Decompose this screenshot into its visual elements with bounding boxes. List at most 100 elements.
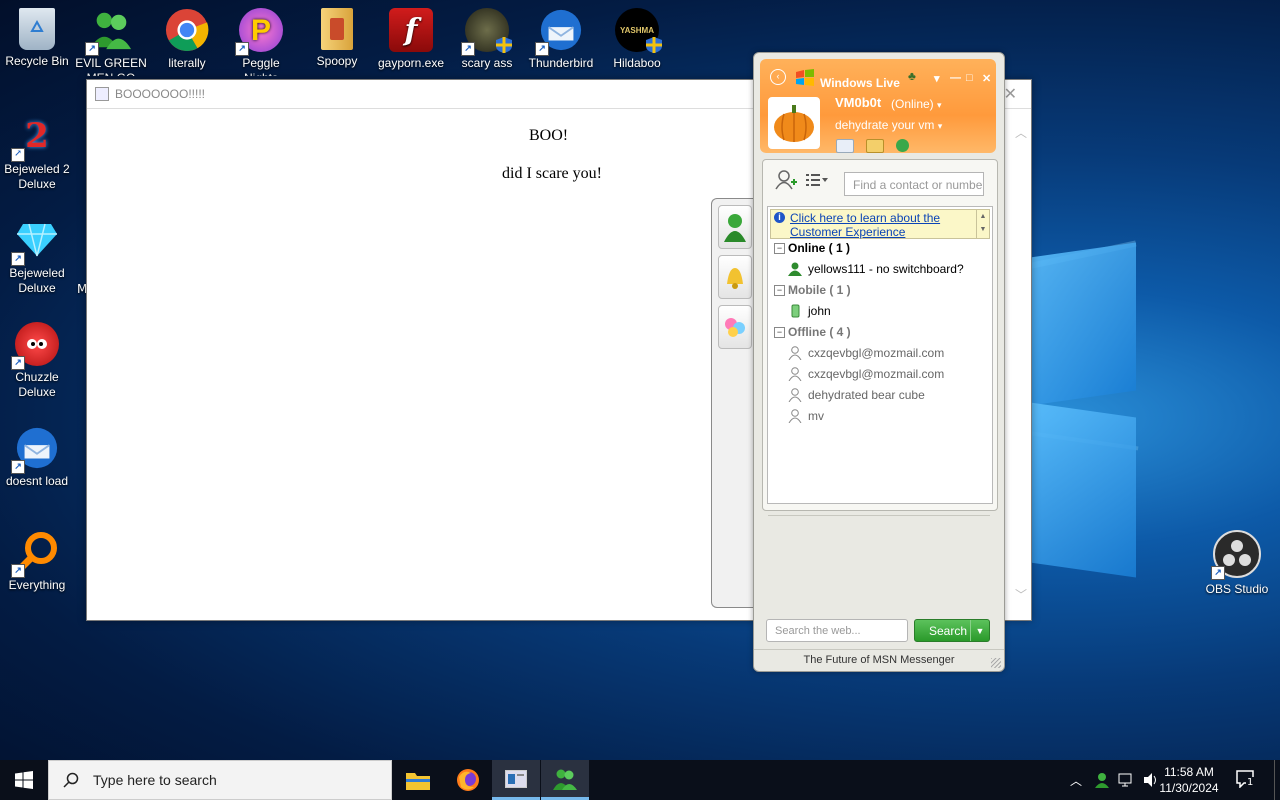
- add-contact-icon[interactable]: [775, 170, 797, 190]
- group-mobile[interactable]: − Mobile ( 1 ): [774, 283, 851, 297]
- desktop-icon-obs[interactable]: ↗ OBS Studio: [1200, 530, 1274, 597]
- window-title: BOOOOOOO!!!!!: [115, 87, 206, 101]
- desktop-icon-chrome[interactable]: literally: [150, 8, 224, 76]
- tab-contacts[interactable]: [718, 205, 752, 249]
- chevron-up-icon[interactable]: ︿: [1015, 124, 1027, 141]
- contact-name: cxzqevbgl@mozmail.com: [808, 346, 945, 360]
- desktop-icon-bejeweled2[interactable]: 2 ↗ Bejeweled 2 Deluxe: [0, 114, 74, 192]
- peggle-icon: P ↗: [235, 8, 283, 56]
- chrome-icon: [165, 8, 209, 52]
- close-icon[interactable]: ✕: [1004, 84, 1017, 103]
- obs-icon: ↗: [1211, 530, 1261, 580]
- desktop-icon-bejeweled[interactable]: ↗ Bejeweled Deluxe: [0, 218, 74, 296]
- avatar[interactable]: [768, 97, 820, 149]
- list-toolbar: [775, 170, 829, 190]
- chevron-down-icon[interactable]: ▼: [970, 620, 989, 641]
- collapse-icon[interactable]: −: [774, 284, 785, 296]
- msn-tray-icon[interactable]: [1094, 772, 1110, 788]
- back-icon[interactable]: ‹: [770, 69, 786, 85]
- web-search-input[interactable]: Search the web...: [766, 619, 908, 642]
- offline-contact-icon: [788, 409, 802, 423]
- collapse-icon[interactable]: −: [774, 242, 785, 254]
- start-button[interactable]: [0, 760, 48, 800]
- globe-icon[interactable]: [896, 139, 909, 152]
- window-scrollbar[interactable]: ︿ ﹀: [1011, 120, 1031, 610]
- desktop-icon-spoopy[interactable]: Spoopy: [300, 8, 374, 69]
- minimize-icon[interactable]: —: [950, 72, 961, 84]
- taskbar-firefox[interactable]: [444, 760, 492, 800]
- status-text: (Online): [891, 97, 934, 111]
- msn-people-icon: ↗: [85, 8, 133, 56]
- online-contact-icon: [788, 262, 802, 276]
- wallpaper-logo-pane: [1030, 242, 1136, 406]
- contact-item[interactable]: john: [788, 304, 831, 318]
- wallpaper-logo-pane: [1030, 402, 1136, 578]
- desktop-icon-everything[interactable]: ↗ Everything: [0, 530, 74, 593]
- tab-fun[interactable]: [718, 305, 752, 349]
- collapse-icon[interactable]: −: [774, 326, 785, 338]
- desktop-icon-recycle-bin[interactable]: Recycle Bin: [0, 8, 74, 69]
- show-desktop-button[interactable]: [1274, 760, 1280, 800]
- contact-item[interactable]: dehydrated bear cube: [788, 388, 925, 402]
- desktop-icon-scary-ass[interactable]: ↗ scary ass: [450, 8, 524, 76]
- mail-icon[interactable]: [836, 139, 854, 153]
- contact-item[interactable]: mv: [788, 409, 824, 423]
- buddy-icon[interactable]: ♣: [908, 69, 916, 83]
- contact-item[interactable]: yellows111 - no switchboard?: [788, 262, 964, 276]
- chevron-down-icon[interactable]: ▾: [934, 72, 940, 85]
- scary-game-icon: ↗: [461, 8, 512, 56]
- maximize-icon[interactable]: □: [966, 72, 973, 84]
- flowers-icon: [725, 318, 745, 337]
- offline-contact-icon: [788, 346, 802, 360]
- taskbar-messenger[interactable]: [541, 760, 589, 800]
- desktop-icon-label: gayporn.exe: [377, 56, 445, 70]
- list-view-icon[interactable]: [805, 172, 829, 188]
- contact-item[interactable]: cxzqevbgl@mozmail.com: [788, 367, 944, 381]
- taskbar-app-window[interactable]: [492, 760, 540, 800]
- desktop-icon-flash[interactable]: f gayporn.exe: [374, 8, 448, 71]
- clock[interactable]: 11:58 AM 11/30/2024: [1154, 764, 1224, 796]
- taskbar-search[interactable]: Type here to search: [48, 760, 392, 800]
- display-name[interactable]: VM0b0t: [835, 95, 881, 110]
- status-label[interactable]: (Online) ▾: [891, 97, 942, 111]
- header-quick-buttons: [836, 139, 909, 153]
- taskbar: Type here to search ︿ 11:58 AM 11/30/202…: [0, 760, 1280, 800]
- thunderbird-icon: ↗: [11, 426, 59, 474]
- personal-message[interactable]: dehydrate your vm ▾: [835, 118, 942, 132]
- info-banner[interactable]: i Click here to learn about the Customer…: [770, 209, 990, 239]
- desktop-icon-label: OBS Studio: [1205, 582, 1269, 596]
- network-icon[interactable]: [1118, 772, 1136, 788]
- group-online[interactable]: − Online ( 1 ): [774, 241, 850, 255]
- close-icon[interactable]: ✕: [982, 72, 991, 85]
- chevron-down-icon: ▾: [937, 121, 943, 131]
- desktop-icon-doesnt-load[interactable]: ↗ doesnt load: [0, 426, 74, 489]
- messenger-window[interactable]: ‹ Windows Live ♣ ▾ — □ ✕ VM0b0t (Online)…: [753, 52, 1005, 672]
- resize-grip-icon[interactable]: [991, 658, 1001, 668]
- desktop-icon-peggle[interactable]: P ↗ Peggle Nights: [224, 8, 298, 76]
- taskbar-file-explorer[interactable]: [394, 760, 442, 800]
- desktop-icon-thunderbird[interactable]: ↗ Thunderbird: [524, 8, 598, 71]
- contact-name: yellows111 - no switchboard?: [808, 262, 964, 276]
- footer-text: The Future of MSN Messenger: [754, 649, 1004, 672]
- desktop-icon-chuzzle[interactable]: ↗ Chuzzle Deluxe: [0, 322, 74, 400]
- desktop-icon-label: scary ass: [461, 56, 513, 70]
- group-offline[interactable]: − Offline ( 4 ): [774, 325, 851, 339]
- customer-experience-link[interactable]: Click here to learn about the Customer E…: [790, 211, 970, 239]
- find-contact-input[interactable]: Find a contact or number: [844, 172, 984, 196]
- personal-message-text: dehydrate your vm: [835, 118, 935, 132]
- contact-list[interactable]: i Click here to learn about the Customer…: [767, 206, 993, 504]
- folder-icon[interactable]: [866, 139, 884, 153]
- mobile-contact-icon: [791, 304, 800, 318]
- banner-scrollbar[interactable]: ▲ ▼: [976, 210, 989, 238]
- desktop-icon-hildaboo[interactable]: YASHMA Hildaboo: [600, 8, 674, 76]
- contact-item[interactable]: cxzqevbgl@mozmail.com: [788, 346, 944, 360]
- search-icon: [63, 772, 79, 788]
- bell-icon: [727, 268, 743, 289]
- tab-alerts[interactable]: [718, 255, 752, 299]
- desktop-icon-evil-green-men[interactable]: ↗ EVIL GREEN MEN GO: [74, 8, 148, 76]
- chevron-up-icon[interactable]: ︿: [1070, 772, 1082, 789]
- chevron-down-icon[interactable]: ﹀: [1015, 586, 1027, 603]
- notification-button[interactable]: 1: [1236, 770, 1258, 790]
- chevron-down-icon: ▾: [937, 100, 942, 110]
- search-button[interactable]: Search ▼: [914, 619, 990, 642]
